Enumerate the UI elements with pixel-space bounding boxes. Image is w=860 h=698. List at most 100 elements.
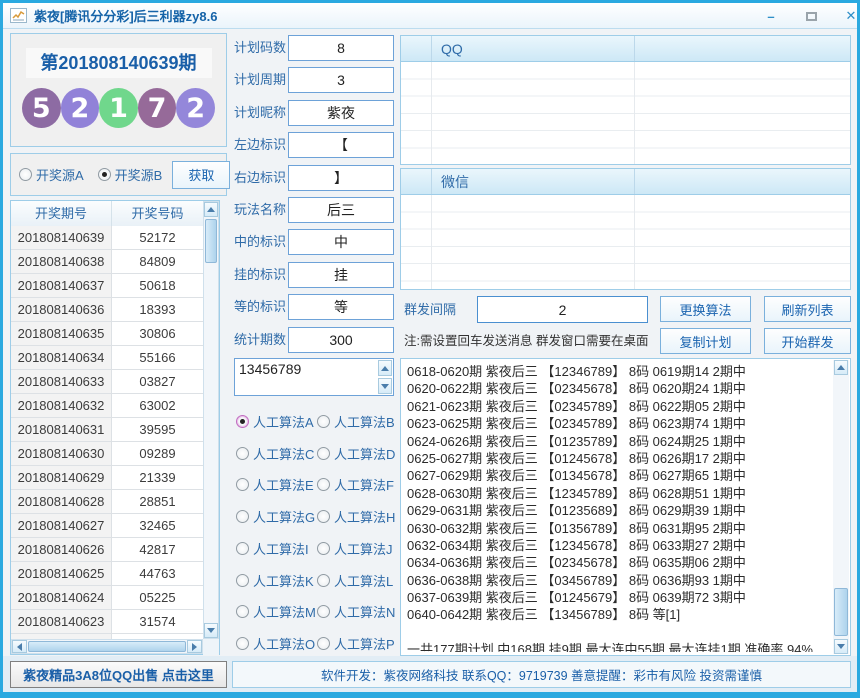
history-row[interactable]: 201808140628 28851 bbox=[11, 490, 203, 514]
history-row[interactable]: 201808140629 21339 bbox=[11, 466, 203, 490]
algorithm-radio[interactable]: 人工算法I bbox=[236, 539, 309, 558]
plan-line: 0629-0631期 紫夜后三 【01235689】 8码 0629期39 1期… bbox=[407, 503, 746, 519]
plan-output-box[interactable]: 0618-0620期 紫夜后三 【12346789】 8码 0619期14 2期… bbox=[400, 358, 851, 656]
hscroll-thumb[interactable] bbox=[28, 641, 186, 652]
minimize-button[interactable]: – bbox=[760, 7, 782, 25]
promo-button[interactable]: 紫夜精品3A8位QQ出售 点击这里 bbox=[10, 661, 227, 688]
history-row[interactable]: 201808140627 32465 bbox=[11, 514, 203, 538]
scroll-up-button[interactable] bbox=[834, 360, 848, 375]
maximize-button[interactable] bbox=[800, 7, 822, 25]
history-number-cell: 32465 bbox=[112, 514, 203, 537]
algorithm-label: 人工算法F bbox=[334, 478, 394, 494]
algorithm-label: 人工算法G bbox=[253, 510, 316, 526]
history-table-header: 开奖期号 开奖号码 bbox=[11, 201, 203, 227]
algorithm-radio[interactable]: 人工算法D bbox=[317, 444, 395, 463]
column-header-period[interactable]: 开奖期号 bbox=[11, 201, 112, 226]
close-button[interactable]: ✕ bbox=[840, 7, 860, 25]
fetch-button[interactable]: 获取 bbox=[172, 160, 231, 189]
draw-source-radio[interactable]: 开奖源A bbox=[19, 165, 84, 184]
start-broadcast-button[interactable]: 开始群发 bbox=[764, 328, 851, 354]
plan-line: 0620-0622期 紫夜后三 【02345678】 8码 0620期24 1期… bbox=[407, 381, 746, 397]
field-input[interactable] bbox=[288, 164, 394, 191]
interval-input[interactable] bbox=[477, 296, 648, 323]
algorithm-radio[interactable]: 人工算法F bbox=[317, 475, 394, 494]
field-input[interactable] bbox=[288, 326, 394, 353]
lottery-ball: 7 bbox=[137, 88, 177, 128]
wechat-column-title: 微信 bbox=[441, 174, 469, 190]
field-input[interactable] bbox=[288, 261, 394, 288]
history-row[interactable]: 201808140630 09289 bbox=[11, 442, 203, 466]
plan-line: 一共177期计划 中168期 挂9期 最大连中55期 最大连挂1期 准确率 94… bbox=[407, 642, 813, 652]
scroll-down-button[interactable] bbox=[204, 623, 218, 638]
history-row[interactable]: 201808140638 84809 bbox=[11, 250, 203, 274]
history-row[interactable]: 201808140639 52172 bbox=[11, 226, 203, 250]
algorithm-radio[interactable]: 人工算法E bbox=[236, 475, 314, 494]
history-row[interactable]: 201808140635 30806 bbox=[11, 322, 203, 346]
field-input[interactable] bbox=[288, 67, 394, 94]
scroll-up-button[interactable] bbox=[204, 202, 218, 217]
codes-spin-down[interactable] bbox=[378, 378, 392, 394]
scroll-right-button[interactable] bbox=[187, 640, 202, 653]
copy-plan-button[interactable]: 复制计划 bbox=[660, 328, 751, 354]
field-input[interactable] bbox=[288, 229, 394, 256]
algorithm-radio[interactable]: 人工算法B bbox=[317, 412, 395, 431]
field-input[interactable] bbox=[288, 197, 394, 223]
history-period-cell: 201808140627 bbox=[11, 514, 112, 537]
history-vscrollbar[interactable] bbox=[203, 201, 219, 639]
algorithm-radio[interactable]: 人工算法L bbox=[317, 571, 393, 590]
radio-icon bbox=[317, 605, 330, 619]
history-row[interactable]: 201808140623 31574 bbox=[11, 610, 203, 634]
plan-line: 0630-0632期 紫夜后三 【01356789】 8码 0631期95 2期… bbox=[407, 520, 746, 536]
field-input[interactable] bbox=[288, 35, 394, 61]
history-period-cell: 201808140628 bbox=[11, 490, 112, 513]
draw-balls: 5 2 1 7 2 bbox=[22, 88, 215, 128]
history-row[interactable]: 201808140632 63002 bbox=[11, 394, 203, 418]
draw-source-radio[interactable]: 开奖源B bbox=[97, 165, 162, 184]
codes-spin-up[interactable] bbox=[378, 360, 392, 376]
history-period-cell: 201808140623 bbox=[11, 610, 112, 633]
qq-list-body[interactable] bbox=[401, 62, 850, 164]
field-input[interactable] bbox=[288, 132, 394, 159]
field-label: 玩法名称 bbox=[234, 202, 287, 217]
algorithm-radio[interactable]: 人工算法O bbox=[236, 634, 315, 653]
history-row[interactable]: 201808140631 39595 bbox=[11, 418, 203, 442]
algorithm-radio[interactable]: 人工算法C bbox=[236, 444, 314, 463]
column-header-number[interactable]: 开奖号码 bbox=[112, 201, 203, 226]
history-row[interactable]: 201808140626 42817 bbox=[11, 538, 203, 562]
algorithm-radio[interactable]: 人工算法J bbox=[317, 539, 393, 558]
change-algorithm-button[interactable]: 更换算法 bbox=[660, 296, 751, 322]
algorithm-radio[interactable]: 人工算法M bbox=[236, 602, 316, 621]
algorithm-label: 人工算法B bbox=[334, 415, 395, 430]
title-bar[interactable]: 紫夜[腾讯分分彩]后三利器zy8.6 – ✕ bbox=[3, 3, 857, 29]
scroll-down-button[interactable] bbox=[834, 639, 848, 654]
history-row[interactable]: 201808140625 44763 bbox=[11, 562, 203, 586]
history-row[interactable]: 201808140636 18393 bbox=[11, 298, 203, 322]
qq-list-panel[interactable]: QQ bbox=[400, 35, 851, 165]
codes-box[interactable]: 13456789 bbox=[234, 358, 394, 396]
app-icon bbox=[10, 8, 27, 23]
plan-vscrollbar[interactable] bbox=[833, 360, 849, 654]
field-input[interactable] bbox=[288, 294, 394, 321]
wechat-list-panel[interactable]: 微信 bbox=[400, 168, 851, 290]
qq-column-title: QQ bbox=[441, 41, 463, 57]
algorithm-radio[interactable]: 人工算法A bbox=[236, 412, 314, 431]
history-row[interactable]: 201808140637 50618 bbox=[11, 274, 203, 298]
scroll-left-button[interactable] bbox=[12, 640, 27, 653]
algorithm-radio[interactable]: 人工算法N bbox=[317, 602, 395, 621]
algorithm-radio[interactable]: 人工算法H bbox=[317, 507, 395, 526]
vscroll-thumb[interactable] bbox=[834, 588, 848, 636]
field-input[interactable] bbox=[288, 99, 394, 126]
algorithm-radio[interactable]: 人工算法P bbox=[317, 634, 395, 653]
refresh-list-button[interactable]: 刷新列表 bbox=[764, 296, 851, 322]
vscroll-thumb[interactable] bbox=[205, 219, 217, 263]
algorithm-radio[interactable]: 人工算法G bbox=[236, 507, 315, 526]
history-row[interactable]: 201808140633 03827 bbox=[11, 370, 203, 394]
history-row[interactable]: 201808140624 05225 bbox=[11, 586, 203, 610]
history-hscrollbar[interactable] bbox=[11, 639, 203, 654]
history-table-body: 201808140639 52172 201808140638 84809 20… bbox=[11, 226, 203, 639]
history-number-cell: 63002 bbox=[112, 394, 203, 417]
algorithm-radio[interactable]: 人工算法K bbox=[236, 571, 314, 590]
history-row[interactable]: 201808140634 55166 bbox=[11, 346, 203, 370]
wechat-list-body[interactable] bbox=[401, 195, 850, 289]
history-period-cell: 201808140631 bbox=[11, 418, 112, 441]
